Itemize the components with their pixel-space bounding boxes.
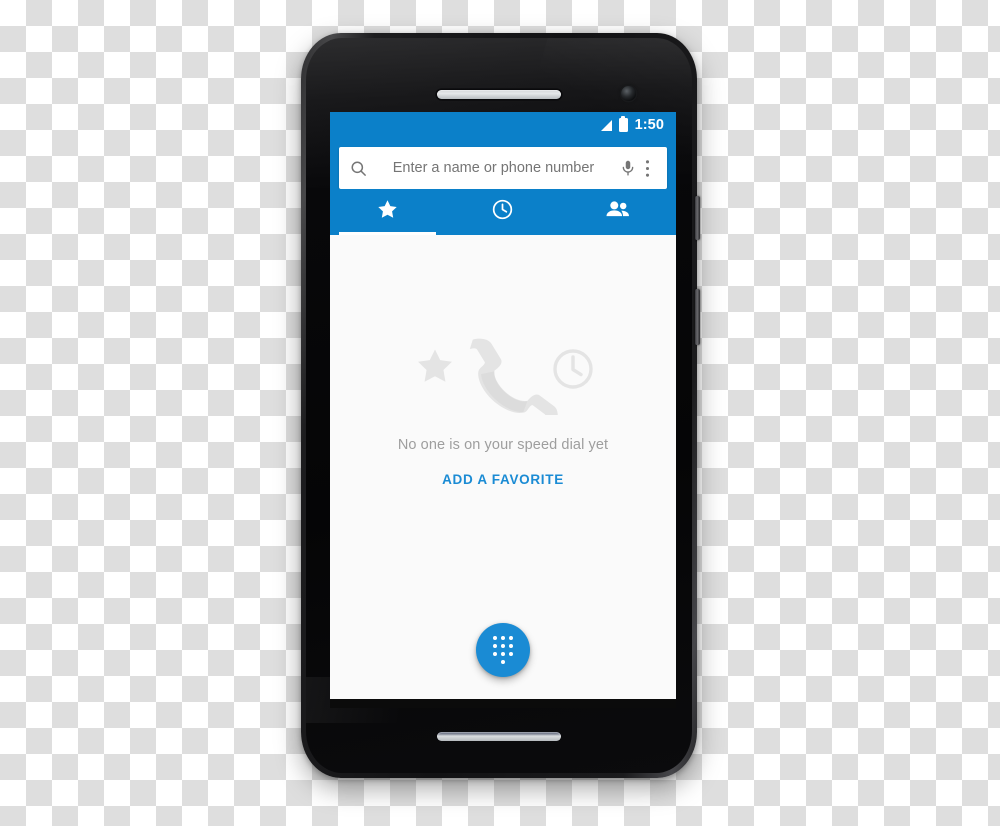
star-icon — [376, 198, 399, 226]
search-icon — [349, 159, 368, 178]
volume-button[interactable] — [695, 289, 700, 345]
front-camera-icon — [621, 86, 636, 101]
battery-full-icon — [618, 118, 628, 132]
nav-home-button[interactable] — [480, 699, 526, 708]
empty-state-illustration — [397, 337, 609, 425]
app-bar: Enter a name or phone number — [330, 138, 676, 189]
tab-bar — [330, 189, 676, 235]
nav-back-button[interactable] — [385, 699, 431, 708]
search-bar[interactable]: Enter a name or phone number — [339, 147, 667, 189]
add-a-favorite-button[interactable]: ADD A FAVORITE — [442, 472, 564, 487]
empty-state-title: No one is on your speed dial yet — [397, 437, 609, 453]
phone-handset-icon — [469, 338, 558, 425]
more-vert-icon[interactable] — [637, 159, 657, 178]
phone-screen: 1:50 Enter a name or phone number No one… — [330, 112, 676, 708]
nav-recents-button[interactable] — [575, 699, 621, 708]
tab-favorites[interactable] — [330, 189, 445, 235]
content-area: No one is on your speed dial yet ADD A F… — [330, 235, 676, 699]
star-icon — [418, 349, 452, 382]
clock-icon — [553, 349, 593, 389]
people-icon — [605, 198, 631, 226]
bottom-speaker-icon — [437, 732, 561, 741]
status-bar: 1:50 — [330, 112, 676, 138]
android-navigation-bar — [330, 699, 676, 708]
dialpad-icon — [493, 636, 513, 664]
tab-contacts[interactable] — [561, 189, 676, 235]
phone-bezel: 1:50 Enter a name or phone number No one… — [306, 38, 692, 773]
status-time: 1:50 — [634, 116, 664, 133]
microphone-icon[interactable] — [619, 159, 637, 177]
search-input[interactable]: Enter a name or phone number — [368, 160, 619, 176]
phone-device: 1:50 Enter a name or phone number No one… — [301, 33, 700, 778]
signal-bars-icon — [600, 119, 612, 131]
dialpad-fab-button[interactable] — [476, 623, 530, 677]
screenshot-stage: 1:50 Enter a name or phone number No one… — [0, 0, 1000, 826]
earpiece-speaker-icon — [437, 90, 561, 99]
tab-recents[interactable] — [445, 189, 560, 235]
empty-state: No one is on your speed dial yet ADD A F… — [330, 337, 676, 487]
power-button[interactable] — [695, 196, 700, 240]
clock-icon — [491, 198, 514, 226]
